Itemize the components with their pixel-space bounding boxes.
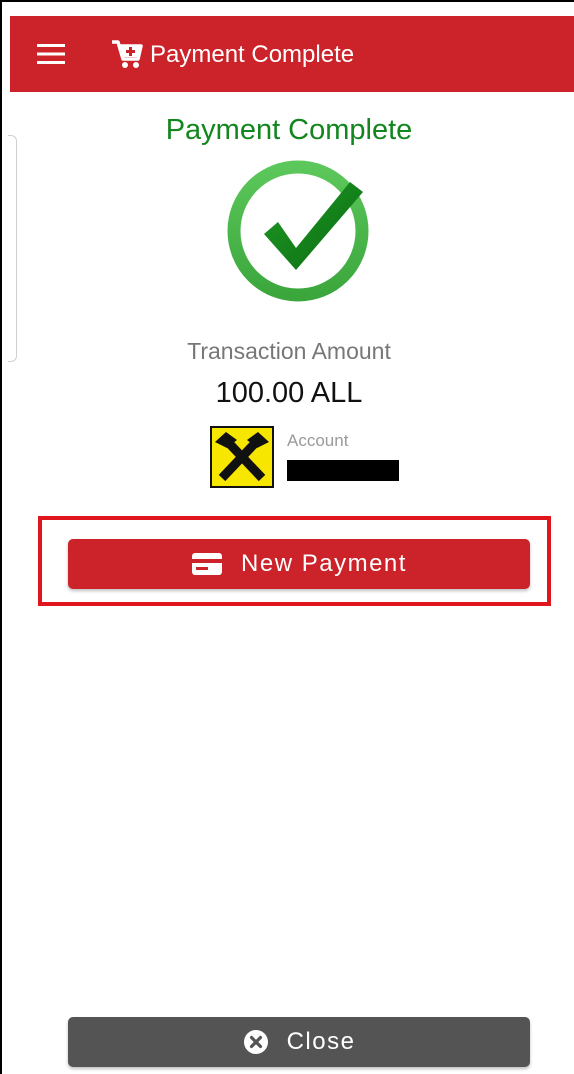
bank-logo-icon bbox=[210, 426, 274, 488]
new-payment-label: New Payment bbox=[241, 550, 407, 577]
app-bar: Payment Complete bbox=[10, 16, 574, 92]
check-circle-icon bbox=[227, 160, 369, 302]
app-bar-title: Payment Complete bbox=[150, 41, 355, 68]
transaction-amount-value: 100.00 ALL bbox=[215, 377, 363, 409]
side-drawer-edge bbox=[8, 135, 17, 362]
close-label: Close bbox=[286, 1028, 356, 1055]
menu-button[interactable] bbox=[36, 38, 66, 70]
status-title: Payment Complete bbox=[165, 114, 413, 146]
close-button[interactable]: Close bbox=[68, 1017, 530, 1067]
cart-icon bbox=[112, 40, 143, 68]
card-icon bbox=[191, 552, 223, 576]
account-label: Account bbox=[287, 431, 349, 450]
menu-icon bbox=[37, 44, 65, 64]
account-number-redacted bbox=[287, 460, 399, 481]
new-payment-button[interactable]: New Payment bbox=[68, 539, 530, 589]
transaction-amount-label: Transaction Amount bbox=[187, 338, 391, 364]
close-circle-icon bbox=[243, 1029, 269, 1055]
payment-complete-screen: Payment Complete Payment Complete Transa… bbox=[0, 0, 574, 1074]
